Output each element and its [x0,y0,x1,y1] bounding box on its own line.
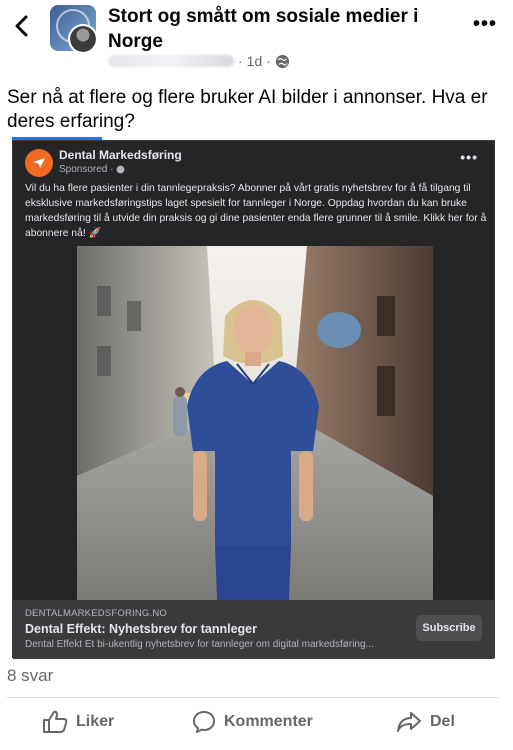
ad-page-logo [25,149,53,177]
post-header: Stort og smått om sosiale medier i Norge… [0,0,513,80]
more-horizontal-icon: ••• [472,12,497,35]
ad-sponsored-label: Sponsored · [59,164,125,175]
ad-link-domain: DENTALMARKEDSFORING.NO [25,608,167,619]
sponsored-text: Sponsored · [59,164,114,175]
ad-link-description: Dental Effekt Et bi-ukentlig nyhetsbrev … [25,639,374,650]
ad-body-text: Vil du ha flere pasienter i din tannlege… [25,183,487,239]
thumbs-up-icon [43,710,68,733]
comment-bubble-icon [193,711,215,733]
divider [7,697,499,698]
subscribe-button[interactable]: Subscribe [416,615,482,641]
chevron-left-icon [15,15,28,37]
post-age[interactable]: 1d [247,53,263,69]
author-name-redacted[interactable] [108,55,234,67]
reply-count[interactable]: 8 svar [7,666,53,686]
meta-separator: · [238,53,243,69]
globe-icon [275,54,290,69]
post-text: Ser nå at flere og flere bruker AI bilde… [7,87,488,132]
group-name[interactable]: Stort og smått om sosiale medier i Norge [108,4,438,54]
globe-icon [117,165,125,174]
ad-link-preview[interactable]: DENTALMARKEDSFORING.NO Dental Effekt: Ny… [13,600,494,659]
like-button[interactable]: Liker [42,708,114,736]
share-button[interactable]: Del [396,708,455,736]
ad-header: Dental Markedsføring Sponsored · ••• [13,141,494,177]
back-button[interactable] [8,10,34,42]
shared-ad-screenshot[interactable]: Dental Markedsføring Sponsored · ••• Vil… [12,140,495,659]
ad-page-name: Dental Markedsføring [59,148,182,162]
ad-image-dentist-street [77,246,433,600]
share-arrow-icon [397,712,421,732]
comment-label: Kommenter [224,713,313,730]
paper-plane-icon [33,158,45,168]
ad-link-title: Dental Effekt: Nyhetsbrev for tannleger [25,622,257,636]
post-options-button[interactable]: ••• [470,12,500,36]
meta-separator-2: · [266,53,271,69]
like-label: Liker [76,713,115,730]
ad-more-icon: ••• [460,149,478,165]
post-meta: · 1d · [108,53,290,69]
share-label: Del [430,713,455,730]
comment-button[interactable]: Kommenter [192,708,313,736]
user-avatar[interactable] [68,24,98,54]
